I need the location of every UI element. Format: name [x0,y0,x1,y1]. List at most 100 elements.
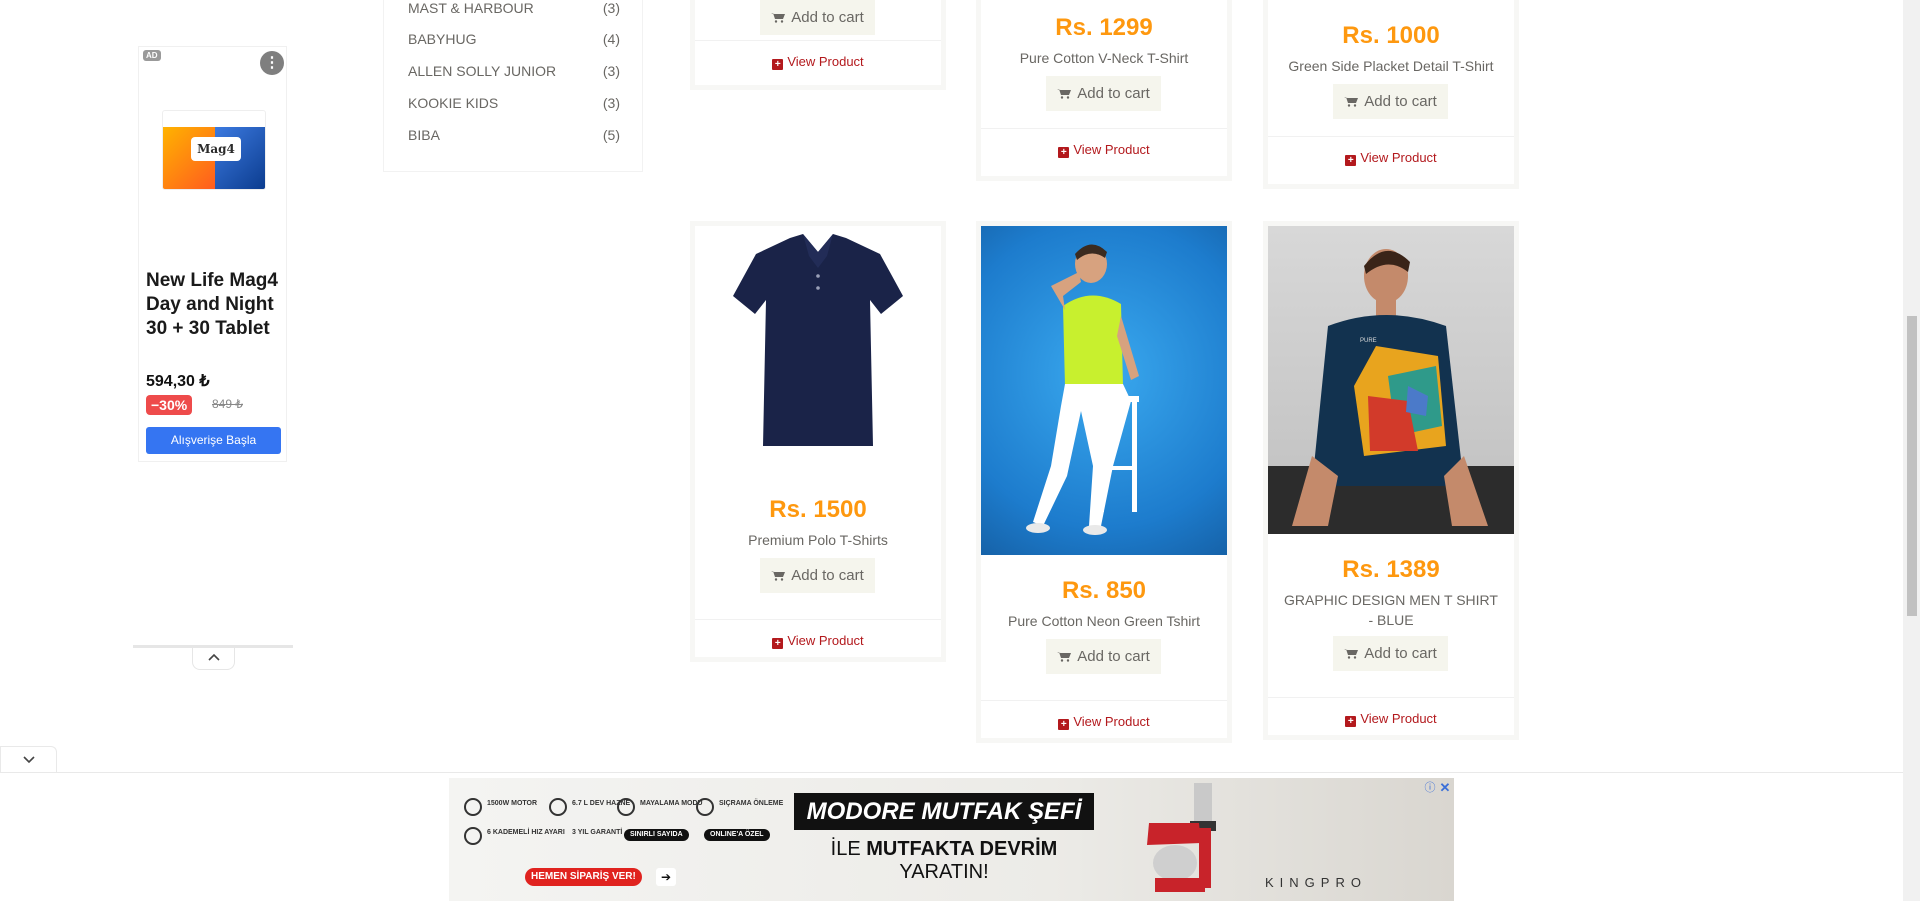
product-name: Pure Cotton Neon Green Tshirt [1008,613,1200,629]
view-product-label: View Product [787,54,864,69]
ad-discount-badge: −30% [146,395,193,415]
view-product-label: View Product [1073,714,1150,729]
ad-badge: AD [143,50,161,61]
scrollbar-thumb[interactable] [1907,316,1917,616]
add-to-cart-button[interactable]: Add to cart [1333,84,1448,119]
cart-icon [771,571,786,581]
feature-text: MAYALAMA MODU [640,800,703,807]
cart-icon [771,13,786,23]
ad-title[interactable]: New Life Mag4 Day and Night 30 + 30 Tabl… [146,269,282,341]
add-to-cart-button[interactable]: Add to cart [1046,639,1161,674]
product-image[interactable] [695,226,941,465]
side-ad[interactable]: AD ⋮ Mag4 New Life Mag4 Day and Night 30… [138,46,287,462]
ad-shop-button[interactable]: Alışverişe Başla [146,427,281,454]
brand-item[interactable]: KOOKIE KIDS (3) [408,95,620,111]
bowl-icon [549,798,567,816]
brand-name[interactable]: KOOKIE KIDS [408,95,498,111]
product-card: PURE Rs. 1389 GRAPHIC DESIGN MEN T SHIRT… [1263,221,1519,740]
product-price: Rs. 850 [1061,577,1147,604]
product-card: Add to cart + View Product [690,0,946,90]
view-product-link[interactable]: + View Product [981,128,1227,170]
add-to-cart-button[interactable]: Add to cart [760,0,875,35]
page-scrollbar[interactable] [1903,0,1920,901]
product-image[interactable]: PURE [1268,226,1514,534]
ad-product-image[interactable]: Mag4 [162,110,266,190]
product-name: Pure Cotton V-Neck T-Shirt [1019,50,1189,66]
plus-square-icon: + [772,638,784,649]
bottom-ad-toggle[interactable] [0,746,57,773]
add-to-cart-label: Add to cart [1077,85,1150,102]
brand-count: (5) [602,127,620,143]
brand-name[interactable]: ALLEN SOLLY JUNIOR [408,63,556,79]
info-icon[interactable]: ⓘ [1423,781,1437,795]
splash-guard-icon [696,798,714,816]
svg-text:PURE: PURE [1360,338,1377,344]
view-product-link[interactable]: + View Product [695,619,941,661]
brand-item[interactable]: ALLEN SOLLY JUNIOR (3) [408,63,620,79]
cart-icon [1344,97,1359,107]
brand-count: (3) [602,63,620,79]
add-to-cart-button[interactable]: Add to cart [760,558,875,593]
view-product-link[interactable]: + View Product [981,700,1227,742]
ad-headline: MODORE MUTFAK ŞEFİ [794,793,1094,830]
view-product-label: View Product [1360,711,1437,726]
dough-icon [617,798,635,816]
plus-square-icon: + [1345,155,1357,166]
view-product-link[interactable]: + View Product [695,40,941,82]
view-product-link[interactable]: + View Product [1268,697,1514,739]
add-to-cart-label: Add to cart [1077,648,1150,665]
chevron-up-icon [207,653,220,661]
ad-collapse-button[interactable] [192,648,235,670]
brand-name[interactable]: BIBA [408,127,440,143]
brand-name[interactable]: MAST & HARBOUR [408,0,534,16]
product-card: Rs. 1000 Green Side Placket Detail T-Shi… [1263,0,1519,189]
ad-sub-post: YARATIN! [899,861,989,883]
model-photo-image: PURE [1268,249,1514,534]
view-product-link[interactable]: + View Product [1268,136,1514,178]
add-to-cart-button[interactable]: Add to cart [1046,76,1161,111]
brand-item[interactable]: BIBA (5) [408,127,620,143]
feature-text: 6 KADEMELİ HIZ AYARI [487,829,565,836]
feature-text: 3 YIL GARANTİ [572,829,623,836]
product-image[interactable] [981,226,1227,555]
brand-count: (4) [602,31,620,47]
ad-subheadline: İLE MUTFAKTA DEVRİM YARATIN! [794,838,1094,884]
speed-icon [464,827,482,845]
ad-old-price: 849 ₺ [212,397,243,411]
product-price: Rs. 1000 [1342,22,1440,49]
product-card: Rs. 1500 Premium Polo T-Shirts Add to ca… [690,221,946,662]
plus-square-icon: + [1058,719,1070,730]
ad-sub-bold: MUTFAKTA DEVRİM [866,838,1058,860]
motor-icon [464,798,482,816]
cart-icon [1057,89,1072,99]
stand-mixer-image [1147,783,1216,892]
plus-square-icon: + [1058,147,1070,158]
feature-text: SIÇRAMA ÖNLEME [719,800,784,807]
product-card: Rs. 850 Pure Cotton Neon Green Tshirt Ad… [976,221,1232,743]
model-photo-image [1026,244,1139,535]
add-to-cart-button[interactable]: Add to cart [1333,636,1448,671]
view-product-label: View Product [787,633,864,648]
brand-item[interactable]: BABYHUG (4) [408,31,620,47]
close-icon[interactable]: ✕ [1438,781,1452,795]
product-card: Rs. 1299 Pure Cotton V-Neck T-Shirt Add … [976,0,1232,181]
product-price: Rs. 1500 [769,496,867,523]
ad-menu-icon[interactable]: ⋮ [260,51,284,75]
chevron-down-icon [22,756,35,764]
brand-name[interactable]: BABYHUG [408,31,476,47]
add-to-cart-label: Add to cart [791,9,864,26]
plus-square-icon: + [772,59,784,70]
view-product-label: View Product [1073,142,1150,157]
view-product-label: View Product [1360,150,1437,165]
feature-badge: SINIRLI SAYIDA [624,829,689,841]
feature-badge: ONLINE'A ÖZEL [704,829,770,841]
order-now-button[interactable]: HEMEN SİPARİŞ VER! [525,868,642,886]
polo-shirt-image [733,234,903,446]
brand-count: (3) [602,95,620,111]
brand-item[interactable]: MAST & HARBOUR (3) [408,0,620,16]
arrow-right-icon[interactable]: ➔ [656,868,676,886]
ad-price: 594,30 ₺ [146,373,210,390]
bottom-ad-banner[interactable]: 1500W MOTOR 6.7 L DEV HAZNE MAYALAMA MOD… [449,778,1454,901]
brand-logo: KINGPRO [1265,875,1367,890]
add-to-cart-label: Add to cart [1364,93,1437,110]
